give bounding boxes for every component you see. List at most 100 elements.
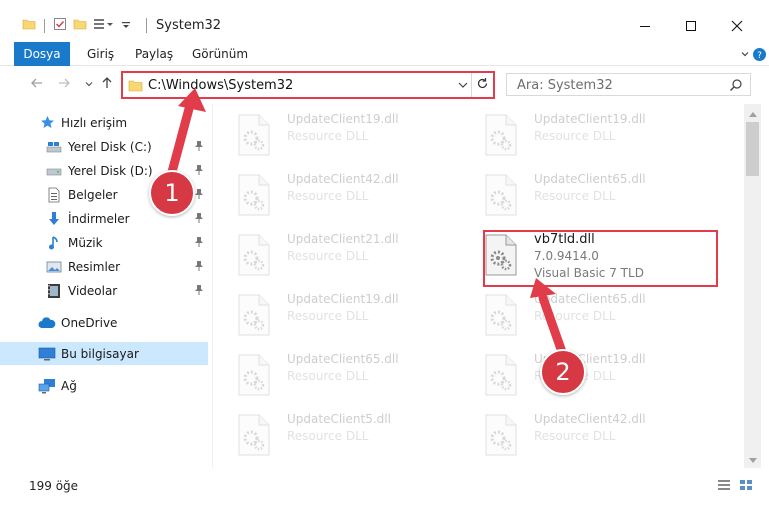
customize-qat-icon[interactable] xyxy=(93,17,115,34)
tab-share[interactable]: Paylaş xyxy=(135,42,173,66)
file-item[interactable]: UpdateClient19.dll Resource DLL xyxy=(237,292,477,342)
chevron-down-icon[interactable] xyxy=(121,17,131,34)
large-icons-view-icon xyxy=(739,479,753,494)
address-path[interactable]: C:\Windows\System32 xyxy=(148,78,293,93)
sidebar-item-videos[interactable]: Videolar xyxy=(0,279,208,302)
sidebar-item-network[interactable]: Ağ xyxy=(0,374,208,397)
pin-icon[interactable] xyxy=(194,236,204,251)
vertical-scrollbar[interactable] xyxy=(744,104,761,468)
dll-file-icon xyxy=(237,354,271,399)
minimize-button[interactable] xyxy=(622,12,668,42)
star-icon xyxy=(38,114,56,132)
file-item[interactable]: UpdateClient65.dll Resource DLL xyxy=(484,292,724,342)
file-item[interactable]: UpdateClient65.dll Resource DLL xyxy=(237,352,477,402)
pin-icon[interactable] xyxy=(194,260,204,275)
pin-icon[interactable] xyxy=(194,188,204,203)
chevron-down-icon xyxy=(84,77,94,93)
sidebar-item-label: Yerel Disk (D:) xyxy=(68,163,153,178)
arrow-right-icon xyxy=(57,76,71,94)
pane-divider[interactable] xyxy=(212,104,213,468)
arrow-left-icon xyxy=(30,76,44,94)
search-box[interactable]: Ara: System32 xyxy=(506,73,751,96)
qat-separator xyxy=(44,18,45,33)
maximize-button[interactable] xyxy=(668,12,714,42)
new-folder-icon[interactable] xyxy=(73,17,87,34)
details-view-button[interactable] xyxy=(716,479,732,493)
file-type: Resource DLL xyxy=(534,189,616,203)
address-dropdown[interactable] xyxy=(457,77,471,93)
recent-locations-button[interactable] xyxy=(80,76,98,94)
callout-step-2: 2 xyxy=(540,349,586,395)
sidebar-item-music[interactable]: Müzik xyxy=(0,231,208,254)
file-name: UpdateClient5.dll xyxy=(287,412,391,426)
scroll-down-button[interactable] xyxy=(744,451,761,468)
folder-icon xyxy=(128,79,143,95)
sidebar-item-label: İndirmeler xyxy=(68,211,130,226)
file-item[interactable]: UpdateClient19.dll Resource DLL xyxy=(484,112,724,162)
pin-icon[interactable] xyxy=(194,140,204,155)
up-button[interactable] xyxy=(98,76,116,94)
address-bar[interactable]: C:\Windows\System32 xyxy=(121,71,495,99)
sidebar-item-onedrive[interactable]: OneDrive xyxy=(0,311,208,334)
file-type: Resource DLL xyxy=(534,309,616,323)
file-item[interactable]: UpdateClient21.dll Resource DLL xyxy=(237,232,477,282)
sidebar-item-this-pc[interactable]: Bu bilgisayar xyxy=(0,342,208,365)
refresh-button[interactable] xyxy=(471,73,493,97)
sidebar-item-pictures[interactable]: Resimler xyxy=(0,255,208,278)
file-item[interactable]: UpdateClient42.dll Resource DLL xyxy=(237,172,477,222)
file-name: UpdateClient65.dll xyxy=(534,172,646,186)
file-item[interactable]: UpdateClient19.dll Resource DLL xyxy=(484,352,724,402)
file-type: Resource DLL xyxy=(287,189,369,203)
navigation-pane: Hızlı erişim Yerel Disk (C:) Yerel Disk … xyxy=(0,104,212,468)
maximize-icon xyxy=(685,20,697,35)
file-item[interactable]: UpdateClient42.dll Resource DLL xyxy=(484,412,724,462)
file-name: UpdateClient42.dll xyxy=(287,172,399,186)
file-type: Resource DLL xyxy=(287,369,369,383)
sidebar-item-label: Belgeler xyxy=(68,187,118,202)
callout-step-1: 1 xyxy=(149,170,195,216)
file-item[interactable]: UpdateClient19.dll Resource DLL xyxy=(237,112,477,162)
dll-file-icon xyxy=(484,354,518,399)
back-button[interactable] xyxy=(28,76,46,94)
pin-icon[interactable] xyxy=(194,284,204,299)
sidebar-item-label: Bu bilgisayar xyxy=(61,346,139,361)
search-input[interactable]: Ara: System32 xyxy=(517,78,613,93)
tab-file[interactable]: Dosya xyxy=(14,42,70,66)
dll-file-icon xyxy=(484,294,518,339)
close-button[interactable] xyxy=(714,12,760,42)
file-type: Resource DLL xyxy=(287,249,369,263)
help-icon[interactable]: ? xyxy=(750,46,768,63)
sidebar-item-label: OneDrive xyxy=(61,315,118,330)
search-icon[interactable] xyxy=(729,78,743,95)
pin-icon[interactable] xyxy=(194,164,204,179)
scroll-up-button[interactable] xyxy=(744,104,761,121)
ribbon-tabs: Dosya Giriş Paylaş Görünüm ? xyxy=(0,42,769,66)
dll-file-icon xyxy=(237,114,271,159)
dll-file-icon xyxy=(237,414,271,459)
pin-icon[interactable] xyxy=(194,212,204,227)
large-icons-view-button[interactable] xyxy=(738,479,754,493)
file-name: UpdateClient42.dll xyxy=(534,412,646,426)
file-name: UpdateClient65.dll xyxy=(534,292,646,306)
sidebar-item-quick-access[interactable]: Hızlı erişim xyxy=(0,111,208,134)
svg-text:?: ? xyxy=(757,51,762,61)
dll-file-icon xyxy=(484,114,518,159)
title-separator xyxy=(146,18,147,33)
file-item[interactable]: UpdateClient5.dll Resource DLL xyxy=(237,412,477,462)
file-item[interactable]: UpdateClient65.dll Resource DLL xyxy=(484,172,724,222)
properties-icon[interactable] xyxy=(53,17,67,34)
sidebar-item-label: Hızlı erişim xyxy=(61,115,128,130)
status-bar: 199 öğe xyxy=(0,472,769,502)
tab-home[interactable]: Giriş xyxy=(87,42,114,66)
dll-file-icon xyxy=(484,414,518,459)
forward-button[interactable] xyxy=(55,76,73,94)
arrow-up-icon xyxy=(100,76,114,94)
sidebar-item-label: Ağ xyxy=(61,378,77,393)
window-title: System32 xyxy=(156,18,222,33)
tab-view[interactable]: Görünüm xyxy=(192,42,248,66)
documents-icon xyxy=(45,186,63,204)
file-name: UpdateClient21.dll xyxy=(287,232,399,246)
scroll-thumb[interactable] xyxy=(746,122,759,176)
computer-icon xyxy=(38,345,56,363)
sidebar-item-local-disk-c[interactable]: Yerel Disk (C:) xyxy=(0,135,208,158)
